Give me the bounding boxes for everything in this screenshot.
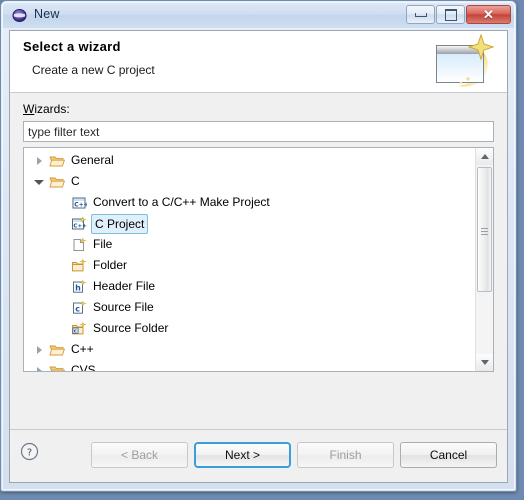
tree-item-general[interactable]: General [24, 150, 476, 171]
c-project-icon: C++ [71, 216, 87, 232]
svg-text:c: c [74, 329, 77, 335]
wizard-tree[interactable]: General C C++ Convert to a C/C++ Mak [23, 147, 494, 372]
new-wizard-dialog: New ✕ Select a wizard Create a new C pro… [0, 0, 517, 492]
tree-item-label: Folder [93, 258, 128, 272]
scrollbar-thumb[interactable] [477, 167, 492, 292]
cancel-button-label: Cancel [429, 448, 468, 462]
chevron-right-icon[interactable] [32, 150, 46, 171]
tree-item-folder[interactable]: Folder [24, 255, 476, 276]
svg-text:h: h [75, 283, 81, 292]
tree-item-label: C++ [71, 342, 94, 356]
finish-button-label: Finish [329, 448, 362, 462]
tree-item-source-file[interactable]: c Source File [24, 297, 476, 318]
finish-button[interactable]: Finish [297, 442, 394, 468]
svg-text:C++: C++ [73, 224, 87, 230]
cpp-convert-icon: C++ [71, 195, 89, 211]
close-button[interactable]: ✕ [466, 5, 511, 24]
wizards-label: Wizards: [23, 102, 70, 116]
dialog-body: Wizards: General [10, 93, 507, 430]
tree-item-label: Source File [93, 300, 154, 314]
dialog-client-area: Select a wizard Create a new C project W… [9, 30, 508, 483]
tree-item-label: General [71, 153, 114, 167]
tree-item-label: CVS [71, 363, 96, 371]
title-bar[interactable]: New ✕ [3, 3, 514, 28]
grip-line [481, 231, 488, 232]
filter-field-wrapper [23, 121, 494, 142]
folder-new-icon [71, 258, 87, 274]
chevron-right-icon[interactable] [32, 360, 46, 371]
maximize-icon [437, 6, 464, 23]
tree-item-cvs[interactable]: CVS [24, 360, 476, 371]
triangle-down-icon [480, 360, 489, 365]
tree-item-source-folder[interactable]: c Source Folder [24, 318, 476, 339]
tree-item-label: File [93, 237, 113, 251]
tree-item-header-file[interactable]: h Header File [24, 276, 476, 297]
tree-item-label: Header File [93, 279, 156, 293]
eclipse-sphere-icon [12, 8, 27, 23]
grip-line [481, 228, 488, 229]
maximize-button[interactable] [436, 5, 465, 24]
tree-item-cpp[interactable]: C++ [24, 339, 476, 360]
folder-icon [49, 153, 66, 169]
tree-item-label: Convert to a C/C++ Make Project [93, 195, 270, 209]
tree-rows: General C C++ Convert to a C/C++ Mak [24, 150, 476, 371]
tree-item-convert-make-project[interactable]: C++ Convert to a C/C++ Make Project [24, 192, 476, 213]
page-subtitle: Create a new C project [32, 63, 155, 77]
tree-item-label: C Project [91, 214, 149, 234]
svg-text:?: ? [27, 447, 32, 458]
source-file-icon: c [71, 300, 87, 316]
tree-item-label: C [71, 174, 80, 188]
dialog-footer: ? < Back Next > Finish Cancel [10, 429, 507, 482]
help-icon[interactable]: ? [20, 442, 39, 461]
next-button[interactable]: Next > [194, 442, 291, 468]
page-title: Select a wizard [23, 39, 121, 54]
folder-icon [49, 342, 66, 358]
new-window-sparkle-graphic [432, 33, 498, 91]
search-input[interactable] [23, 121, 494, 142]
wizards-label-rest: izards: [34, 102, 70, 116]
folder-icon [49, 363, 66, 371]
tree-item-c[interactable]: C [24, 171, 476, 192]
chevron-right-icon[interactable] [32, 339, 46, 360]
tree-item-c-project[interactable]: C++ C Project [24, 213, 476, 234]
tree-vertical-scrollbar[interactable] [475, 148, 493, 371]
header-file-icon: h [71, 279, 87, 295]
wizards-label-accel: W [23, 102, 35, 116]
file-icon [71, 237, 87, 253]
svg-text:C++: C++ [74, 202, 87, 209]
triangle-up-icon [480, 154, 489, 159]
back-button[interactable]: < Back [91, 442, 188, 468]
source-folder-icon: c [71, 321, 87, 337]
grip-line [481, 234, 488, 235]
back-button-label: < Back [120, 448, 159, 462]
wizard-button-row: < Back Next > Finish Cancel [85, 442, 497, 468]
wizard-banner: Select a wizard Create a new C project [10, 31, 507, 93]
cancel-button[interactable]: Cancel [400, 442, 497, 468]
svg-text:c: c [75, 304, 80, 313]
chevron-down-icon[interactable] [32, 171, 46, 192]
tree-item-file[interactable]: File [24, 234, 476, 255]
minimize-button[interactable] [406, 5, 435, 24]
tree-item-label: Source Folder [93, 321, 169, 335]
folder-icon [49, 174, 66, 190]
next-button-label: Next > [224, 448, 260, 462]
minimize-icon [407, 6, 434, 23]
scroll-up-button[interactable] [476, 148, 493, 165]
close-icon: ✕ [483, 6, 494, 22]
window-controls: ✕ [405, 5, 511, 24]
window-title: New [34, 7, 60, 21]
scroll-down-button[interactable] [476, 354, 493, 371]
